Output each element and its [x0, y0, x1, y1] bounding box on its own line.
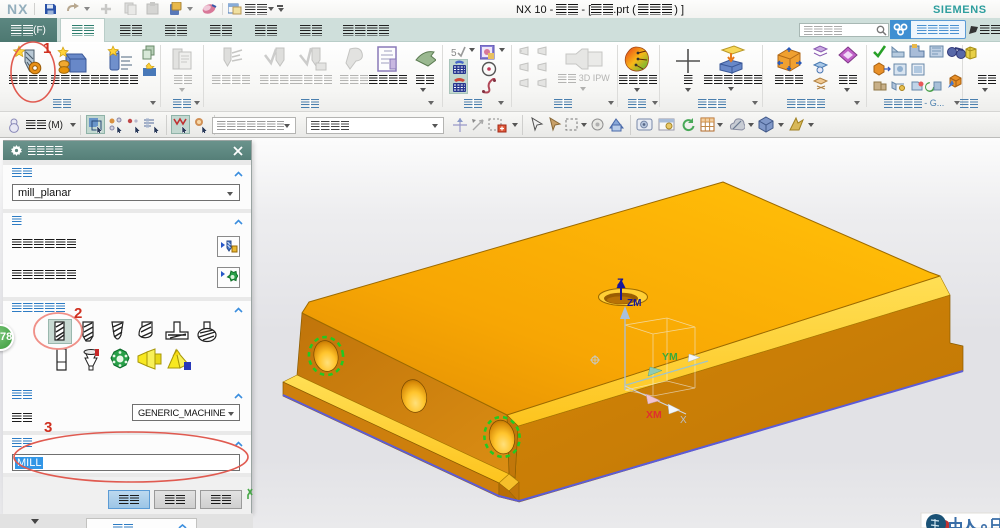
svg-text:XM: XM: [646, 409, 662, 421]
svg-text:5: 5: [451, 48, 457, 58]
svg-text:ZM: ZM: [627, 298, 641, 309]
svg-text:YM: YM: [662, 351, 678, 363]
svg-text:Z: Z: [617, 277, 624, 289]
svg-text:X: X: [680, 415, 687, 426]
